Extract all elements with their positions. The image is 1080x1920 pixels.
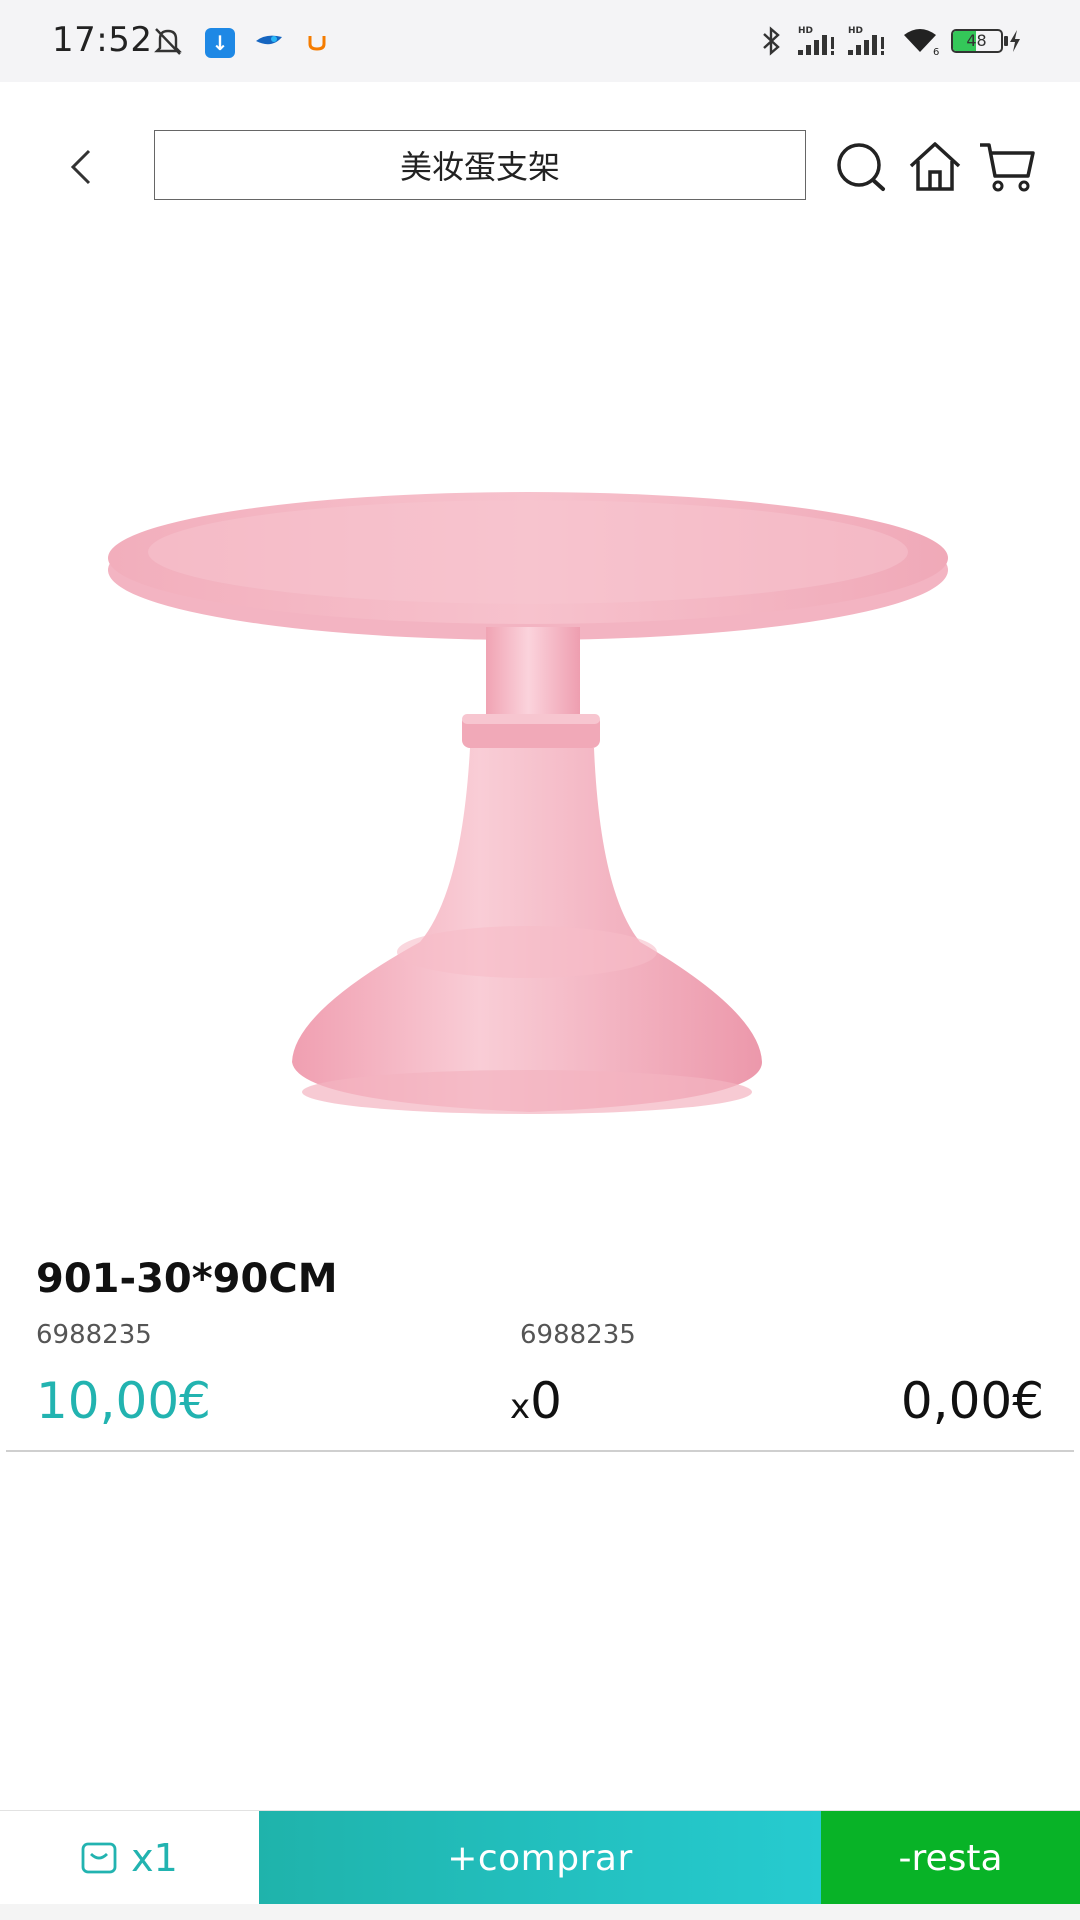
header-bar: 美妆蛋支架 — [0, 82, 1080, 252]
quantity-prefix: x — [510, 1387, 531, 1427]
search-icon — [837, 143, 885, 191]
bird-app-icon — [252, 24, 286, 58]
quantity: x0 — [510, 1372, 562, 1430]
buy-button[interactable]: +comprar — [259, 1811, 821, 1905]
charging-icon — [1009, 30, 1020, 52]
bottom-action-bar: x1 +comprar -resta — [0, 1810, 1080, 1905]
quantity-value: 0 — [530, 1372, 562, 1430]
home-button[interactable] — [906, 138, 964, 196]
product-image[interactable] — [0, 252, 1080, 1212]
battery-box: 48 — [950, 29, 1003, 53]
subtract-button[interactable]: -resta — [821, 1811, 1080, 1905]
product-code: 6988235 — [36, 1320, 152, 1350]
basket-icon — [81, 1842, 117, 1874]
svg-text:6: 6 — [933, 47, 939, 56]
product-code-secondary: 6988235 — [520, 1320, 636, 1350]
divider — [6, 1450, 1074, 1452]
cart-count-button[interactable]: x1 — [0, 1811, 259, 1905]
cart-count-label: x1 — [131, 1836, 178, 1880]
chevron-left-icon — [70, 149, 91, 185]
cell-signal-2-icon: HD — [842, 24, 892, 58]
bluetooth-icon — [756, 24, 786, 58]
search-button[interactable] — [832, 138, 890, 196]
mute-bell-icon — [150, 24, 186, 58]
status-bar: 17:52 ↓ HD HD 6 48 — [0, 0, 1080, 82]
search-text: 美妆蛋支架 — [399, 148, 560, 186]
svg-text:HD: HD — [848, 26, 863, 36]
svg-text:HD: HD — [798, 26, 813, 36]
status-time: 17:52 — [52, 20, 153, 60]
bottom-strip — [0, 1904, 1080, 1920]
cart-icon — [980, 143, 1035, 192]
unit-price: 10,00€ — [36, 1372, 211, 1430]
line-total: 0,00€ — [900, 1372, 1044, 1430]
battery-icon: 48 — [950, 24, 1022, 58]
battery-level: 48 — [966, 31, 987, 50]
back-button[interactable] — [50, 137, 110, 197]
search-input[interactable]: 美妆蛋支架 — [154, 130, 806, 200]
orange-app-icon — [302, 24, 332, 58]
cell-signal-1-icon: HD — [792, 24, 842, 58]
download-icon: ↓ — [205, 28, 235, 58]
product-name: 901-30*90CM — [36, 1256, 338, 1302]
wifi-icon: 6 — [900, 24, 944, 58]
home-icon — [909, 142, 961, 191]
cake-stand-image — [108, 492, 948, 1114]
cart-button[interactable] — [978, 138, 1036, 196]
